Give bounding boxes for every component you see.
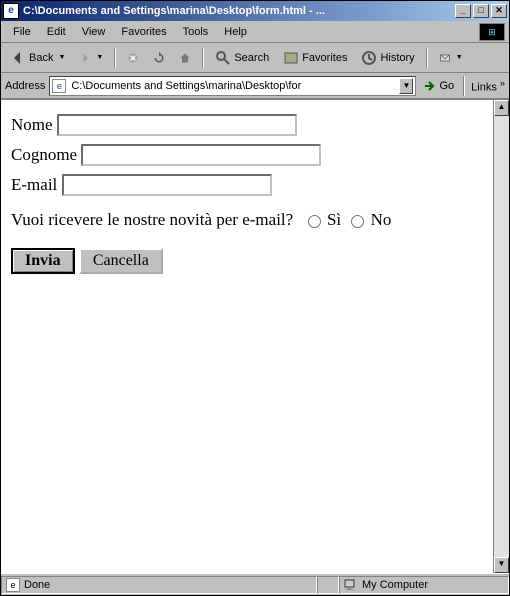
radio-si-label: Sì	[327, 210, 341, 229]
history-icon	[361, 50, 377, 66]
go-button[interactable]: Go	[420, 77, 457, 95]
forward-dropdown-icon[interactable]: ▼	[96, 54, 103, 61]
refresh-icon	[153, 52, 165, 64]
history-button[interactable]: History	[356, 47, 419, 69]
close-button[interactable]: ✕	[491, 4, 507, 18]
back-label: Back	[29, 52, 53, 64]
newsletter-question: Vuoi ricevere le nostre novità per e-mai…	[11, 210, 293, 229]
favorites-label: Favorites	[302, 52, 347, 64]
submit-button[interactable]: Invia	[11, 248, 75, 274]
address-input[interactable]	[69, 79, 399, 93]
window-title: C:\Documents and Settings\marina\Desktop…	[23, 5, 455, 17]
history-label: History	[380, 52, 414, 64]
search-label: Search	[234, 52, 269, 64]
maximize-button[interactable]: □	[473, 4, 489, 18]
address-dropdown-icon[interactable]: ▼	[399, 78, 413, 94]
reset-button[interactable]: Cancella	[79, 248, 163, 274]
addressbar-separator	[463, 76, 465, 96]
computer-icon	[344, 578, 358, 592]
menu-tools[interactable]: Tools	[175, 24, 217, 40]
menu-help[interactable]: Help	[216, 24, 255, 40]
radio-no[interactable]	[351, 215, 364, 228]
menu-favorites[interactable]: Favorites	[113, 24, 174, 40]
newsletter-row: Vuoi ricevere le nostre novità per e-mai…	[11, 210, 483, 230]
status-main-pane: e Done	[1, 576, 317, 594]
cognome-label: Cognome	[11, 145, 77, 165]
home-icon	[179, 52, 191, 64]
content-area: Nome Cognome E-mail Vuoi ricevere le nos…	[1, 99, 509, 573]
favorites-icon	[283, 50, 299, 66]
addressbar: Address e ▼ Go Links »	[1, 73, 509, 99]
status-page-icon: e	[6, 578, 20, 592]
stop-button[interactable]	[122, 49, 144, 67]
forward-arrow-icon	[79, 52, 91, 64]
refresh-button[interactable]	[148, 49, 170, 67]
browser-window: e C:\Documents and Settings\marina\Deskt…	[0, 0, 510, 596]
go-icon	[423, 79, 437, 93]
mail-button[interactable]: ▼	[434, 49, 468, 67]
home-button[interactable]	[174, 49, 196, 67]
address-combo[interactable]: e ▼	[49, 76, 416, 96]
back-button[interactable]: Back ▼	[5, 47, 70, 69]
menu-file[interactable]: File	[5, 24, 39, 40]
menu-view[interactable]: View	[74, 24, 114, 40]
cognome-row: Cognome	[11, 144, 483, 166]
address-label: Address	[5, 80, 45, 92]
menu-edit[interactable]: Edit	[39, 24, 74, 40]
back-dropdown-icon[interactable]: ▼	[58, 54, 65, 61]
toolbar-separator	[114, 48, 116, 68]
search-button[interactable]: Search	[210, 47, 274, 69]
cognome-input[interactable]	[81, 144, 321, 166]
status-zone-text: My Computer	[362, 579, 428, 591]
statusbar: e Done My Computer	[1, 573, 509, 595]
ie-brand-icon: ⊞	[479, 23, 505, 41]
minimize-button[interactable]: _	[455, 4, 471, 18]
links-label[interactable]: Links »	[471, 78, 505, 94]
menubar: File Edit View Favorites Tools Help ⊞	[1, 21, 509, 43]
mail-icon	[439, 52, 451, 64]
back-arrow-icon	[10, 50, 26, 66]
button-row: Invia Cancella	[11, 248, 483, 274]
toolbar-separator	[426, 48, 428, 68]
titlebar: e C:\Documents and Settings\marina\Deskt…	[1, 1, 509, 21]
window-buttons: _ □ ✕	[455, 4, 507, 18]
go-label: Go	[439, 80, 454, 92]
forward-button[interactable]: ▼	[74, 49, 108, 67]
radio-no-label: No	[371, 210, 392, 229]
scroll-track[interactable]	[494, 116, 509, 557]
email-input[interactable]	[62, 174, 272, 196]
nome-label: Nome	[11, 115, 53, 135]
email-label: E-mail	[11, 175, 57, 195]
page-icon: e	[52, 79, 66, 93]
scroll-down-button[interactable]: ▼	[494, 557, 509, 573]
toolbar-separator	[202, 48, 204, 68]
vertical-scrollbar[interactable]: ▲ ▼	[493, 100, 509, 573]
scroll-up-button[interactable]: ▲	[494, 100, 509, 116]
page-content: Nome Cognome E-mail Vuoi ricevere le nos…	[1, 100, 493, 573]
stop-icon	[127, 52, 139, 64]
toolbar: Back ▼ ▼ Search Favorites History	[1, 43, 509, 73]
nome-row: Nome	[11, 114, 483, 136]
mail-dropdown-icon[interactable]: ▼	[456, 54, 463, 61]
nome-input[interactable]	[57, 114, 297, 136]
ie-icon: e	[3, 3, 19, 19]
radio-si[interactable]	[308, 215, 321, 228]
status-text: Done	[24, 579, 50, 591]
email-row: E-mail	[11, 174, 483, 196]
status-pane-2	[317, 576, 339, 594]
search-icon	[215, 50, 231, 66]
favorites-button[interactable]: Favorites	[278, 47, 352, 69]
status-zone-pane: My Computer	[339, 576, 509, 594]
